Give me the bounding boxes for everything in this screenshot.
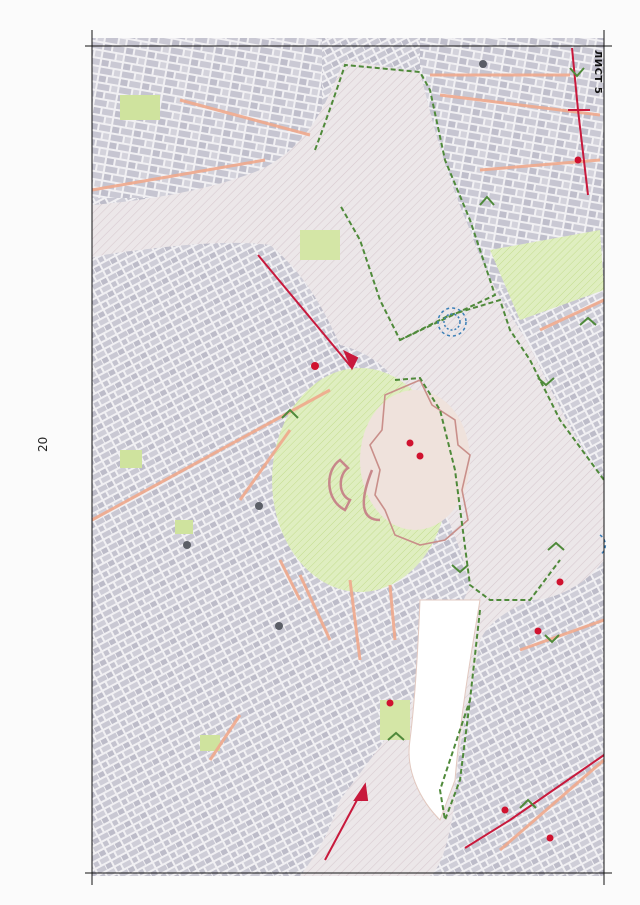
park-square [300, 230, 340, 260]
park-small-1 [120, 450, 142, 468]
map-canvas [85, 30, 612, 885]
park-northwest [120, 95, 160, 120]
park-small-2 [175, 520, 193, 534]
sheet-label: ЛИСТ 5 [592, 50, 603, 95]
map-page: 20 ЛИСТ 5 [0, 0, 640, 905]
page-number: 20 [36, 436, 50, 452]
